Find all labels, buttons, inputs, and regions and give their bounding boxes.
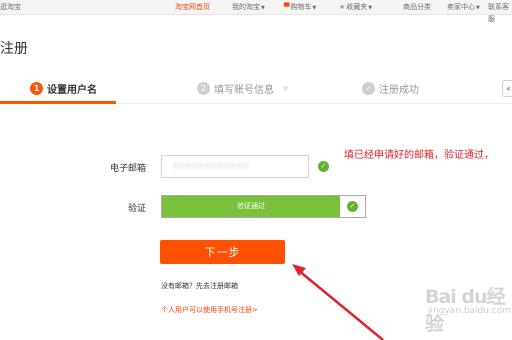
watermark-url: jingyan.baidu.com bbox=[428, 306, 512, 316]
